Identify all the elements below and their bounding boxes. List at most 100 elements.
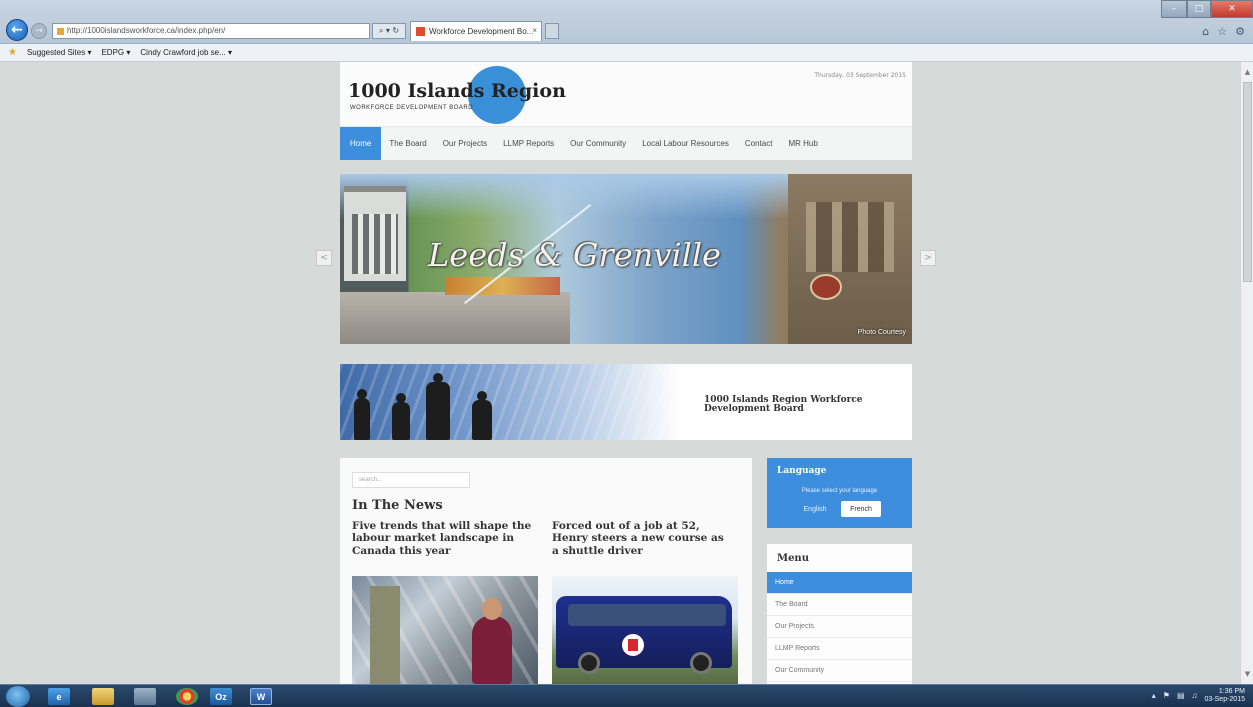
image-slider[interactable]: Leeds & Grenville Photo Courtesy — [340, 174, 912, 344]
window-controls: – □ ✕ — [1161, 0, 1253, 18]
workforce-banner[interactable]: 1000 Islands Region Workforce Developmen… — [340, 364, 912, 440]
word-icon[interactable]: W — [250, 688, 272, 705]
address-controls[interactable]: ⌕ ▾ ↻ — [372, 23, 406, 39]
worker-head-shape — [482, 598, 502, 620]
menu-list: Home The Board Our Projects LLMP Reports… — [767, 572, 912, 682]
shuttle-bus-shape — [556, 596, 732, 674]
media-player-icon[interactable] — [134, 688, 156, 705]
site-logo-title[interactable]: 1000 Islands Region — [348, 80, 566, 102]
slider-road-image — [340, 292, 570, 344]
slider-courthouse-image — [344, 186, 406, 281]
action-center-flag-icon[interactable]: ⚑ — [1163, 691, 1170, 700]
page-scrollbar[interactable]: ▲ ▼ — [1240, 62, 1253, 684]
search-input[interactable]: search... — [352, 472, 470, 488]
favorite-edpg[interactable]: EDPG ▾ — [101, 48, 130, 57]
home-icon[interactable]: ⌂ — [1202, 25, 1209, 38]
slider-house-image — [788, 174, 912, 344]
address-bar[interactable]: http://1000islandsworkforce.ca/index.php… — [52, 23, 370, 39]
clock-date: 03-Sep-2015 — [1204, 695, 1245, 703]
browser-icons: ⌂ ☆ ⚙ — [1202, 25, 1245, 38]
silhouette-person-3 — [426, 373, 450, 440]
slider-photo-credit: Photo Courtesy — [857, 329, 906, 336]
nav-mr-hub[interactable]: MR Hub — [780, 127, 825, 160]
close-window-button[interactable]: ✕ — [1211, 0, 1253, 18]
nav-local-labour-resources[interactable]: Local Labour Resources — [634, 127, 737, 160]
news-heading: In The News — [352, 498, 443, 513]
silhouette-head — [477, 391, 487, 401]
site-header: 1000 Islands Region WORKFORCE DEVELOPMEN… — [340, 62, 912, 126]
web-page: 1000 Islands Region WORKFORCE DEVELOPMEN… — [340, 62, 912, 684]
favorites-star-icon[interactable]: ★ — [8, 47, 17, 58]
forward-arrow-icon[interactable]: → — [31, 23, 47, 39]
minimize-button[interactable]: – — [1161, 0, 1187, 18]
language-description: Please select your language — [801, 488, 878, 494]
scroll-up-icon[interactable]: ▲ — [1241, 66, 1253, 78]
scroll-down-icon[interactable]: ▼ — [1241, 668, 1253, 680]
chrome-icon[interactable] — [176, 688, 198, 705]
scroll-thumb[interactable] — [1243, 82, 1252, 282]
start-button[interactable] — [6, 686, 30, 707]
system-tray: ▴ ⚑ ▤ ♫ 1:36 PM 03-Sep-2015 — [1152, 688, 1245, 703]
banner-map-image — [340, 364, 680, 440]
star-icon[interactable]: ☆ — [1217, 25, 1227, 38]
menu-item-our-projects[interactable]: Our Projects — [767, 616, 912, 638]
favorite-job-search[interactable]: Cindy Crawford job se... ▾ — [140, 48, 232, 57]
slider-sign-image — [810, 274, 842, 300]
menu-item-llmp-reports[interactable]: LLMP Reports — [767, 638, 912, 660]
back-arrow-icon[interactable]: ← — [6, 19, 28, 41]
main-nav: Home The Board Our Projects LLMP Reports… — [340, 126, 912, 160]
silhouette-head — [396, 393, 406, 403]
browser-toolbar: ← → http://1000islandsworkforce.ca/index… — [0, 0, 1253, 44]
slider-next-button[interactable]: > — [920, 250, 936, 266]
nav-our-community[interactable]: Our Community — [562, 127, 634, 160]
canada-flag-icon — [622, 634, 644, 656]
nav-contact[interactable]: Contact — [737, 127, 781, 160]
news-article-2-title[interactable]: Forced out of a job at 52, Henry steers … — [552, 520, 732, 557]
tray-expand-icon[interactable]: ▴ — [1152, 691, 1156, 700]
slider-flowerbed-image — [445, 277, 560, 295]
menu-item-home[interactable]: Home — [767, 572, 912, 594]
menu-title: Menu — [777, 553, 809, 564]
news-article-1-image[interactable] — [352, 576, 538, 684]
windows-taskbar: e Oz W ▴ ⚑ ▤ ♫ 1:36 PM 03-Sep-2015 — [0, 684, 1253, 707]
tab-favicon-icon — [416, 27, 425, 36]
taskbar-clock[interactable]: 1:36 PM 03-Sep-2015 — [1205, 688, 1245, 703]
internet-explorer-icon[interactable]: e — [48, 688, 70, 705]
site-logo-subtitle: WORKFORCE DEVELOPMENT BOARD — [350, 105, 474, 111]
silhouette-head — [433, 373, 443, 383]
nav-llmp-reports[interactable]: LLMP Reports — [495, 127, 562, 160]
worker-body-shape — [472, 616, 512, 684]
menu-item-our-community[interactable]: Our Community — [767, 660, 912, 682]
favorite-suggested-sites[interactable]: Suggested Sites ▾ — [27, 48, 92, 57]
maximize-button[interactable]: □ — [1187, 0, 1211, 18]
tab-close-icon[interactable]: × — [532, 26, 537, 35]
french-button[interactable]: French — [841, 501, 881, 517]
slider-caption: Leeds & Grenville — [428, 236, 721, 274]
browser-tab-active[interactable]: Workforce Development Bo... × — [410, 21, 542, 41]
nav-the-board[interactable]: The Board — [381, 127, 434, 160]
address-text: http://1000islandsworkforce.ca/index.php… — [67, 26, 226, 35]
silhouette-person-4 — [472, 391, 492, 440]
silhouette-person-2 — [392, 393, 410, 440]
language-title: Language — [777, 466, 827, 476]
gear-icon[interactable]: ⚙ — [1235, 25, 1245, 38]
network-icon[interactable]: ▤ — [1177, 691, 1185, 700]
nav-our-projects[interactable]: Our Projects — [435, 127, 495, 160]
menu-item-the-board[interactable]: The Board — [767, 594, 912, 616]
slider-prev-button[interactable]: < — [316, 250, 332, 266]
bus-wheel-shape — [578, 652, 600, 674]
bus-wheel-shape — [690, 652, 712, 674]
news-article-1-title[interactable]: Five trends that will shape the labour m… — [352, 520, 532, 557]
outlook-icon[interactable]: Oz — [210, 688, 232, 705]
language-widget: Language Please select your language Eng… — [767, 458, 912, 528]
favorites-bar: ★ Suggested Sites ▾ EDPG ▾ Cindy Crawfor… — [0, 44, 1253, 62]
english-button[interactable]: English — [797, 501, 833, 517]
tab-title: Workforce Development Bo... — [429, 27, 534, 36]
volume-icon[interactable]: ♫ — [1192, 691, 1198, 700]
file-explorer-icon[interactable] — [92, 688, 114, 705]
clock-time: 1:36 PM — [1218, 688, 1245, 695]
nav-home[interactable]: Home — [340, 127, 382, 160]
main-content: search... In The News Five trends that w… — [340, 458, 752, 684]
new-tab-button[interactable] — [545, 23, 559, 39]
news-article-2-image[interactable] — [552, 576, 738, 684]
